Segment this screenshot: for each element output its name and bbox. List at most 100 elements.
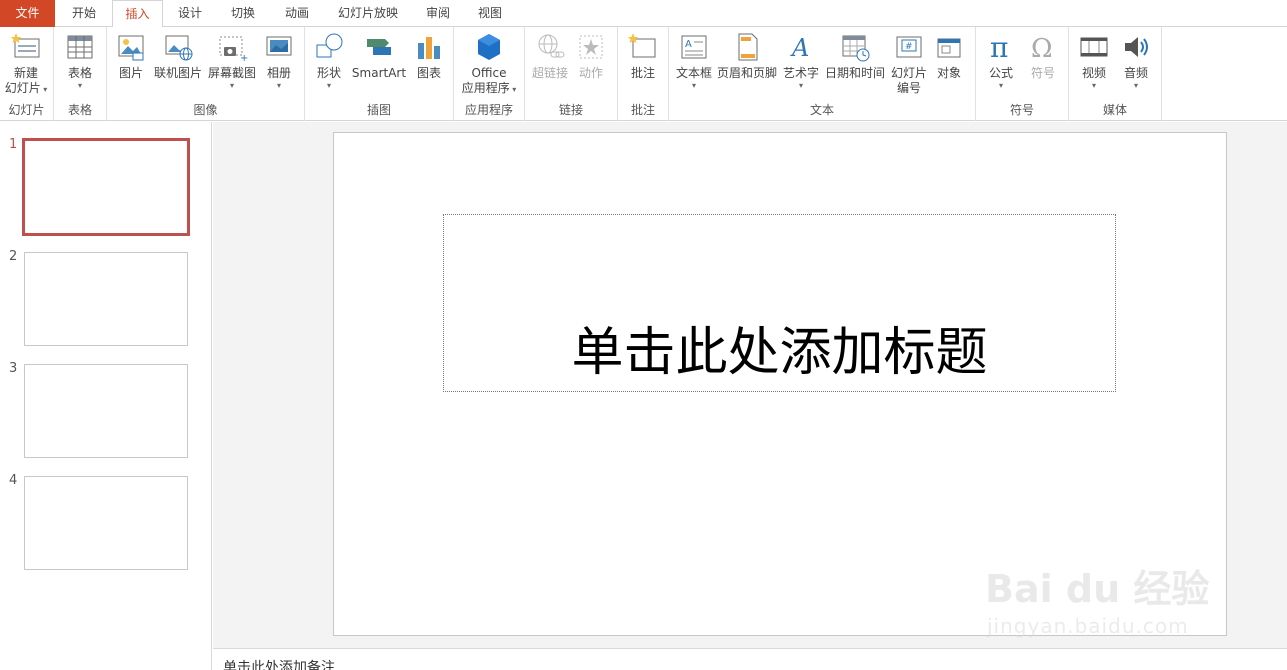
pictures-button[interactable]: 图片	[113, 31, 149, 81]
office-apps-button[interactable]: Office 应用程序 ▾	[456, 31, 522, 96]
slide-number-4: 4	[9, 473, 18, 488]
slide-number-button[interactable]: # 幻灯片 编号	[888, 31, 930, 96]
svg-text:Ω: Ω	[1031, 34, 1053, 63]
notes-pane[interactable]: 单击此处添加备注	[213, 648, 1287, 670]
office-apps-label-2: 应用程序	[461, 81, 510, 95]
object-button[interactable]: 对象	[931, 31, 967, 81]
watermark-brand: Bai du 经验	[985, 567, 1210, 611]
tab-animations[interactable]: 动画	[272, 0, 322, 27]
pictures-label: 图片	[118, 66, 143, 80]
new-slide-label-2: 幻灯片	[4, 81, 41, 95]
tab-home[interactable]: 开始	[58, 0, 110, 27]
header-footer-button[interactable]: 页眉和页脚	[715, 31, 779, 81]
audio-label: 音频	[1123, 66, 1148, 80]
new-slide-button[interactable]: 新建 幻灯片 ▾	[0, 31, 52, 96]
group-apps: Office 应用程序 ▾ 应用程序	[454, 27, 525, 121]
group-label-tables: 表格	[67, 103, 92, 117]
svg-text:A: A	[685, 39, 692, 50]
tab-review[interactable]: 审阅	[414, 0, 462, 27]
slide-number-1: 1	[9, 137, 18, 152]
chart-button[interactable]: 图表	[411, 31, 447, 81]
slide-thumbnail-1[interactable]	[22, 138, 190, 236]
svg-text:#: #	[905, 42, 913, 52]
comment-button[interactable]: 批注	[624, 31, 662, 81]
photo-album-icon	[266, 36, 292, 56]
comment-label: 批注	[630, 66, 655, 80]
svg-text:π: π	[990, 31, 1008, 63]
tab-file[interactable]: 文件	[0, 0, 55, 27]
online-pictures-button[interactable]: 联机图片	[152, 31, 204, 81]
table-button[interactable]: 表格 ▾	[60, 31, 100, 91]
group-label-media: 媒体	[1102, 103, 1127, 117]
screenshot-label: 屏幕截图	[207, 66, 256, 80]
group-label-comments: 批注	[630, 103, 655, 117]
baidu-watermark: Bai du 经验 jingyan.baidu.com	[985, 528, 1225, 638]
video-button[interactable]: 视频 ▾	[1075, 31, 1113, 91]
group-links: 超链接 动作 链接	[525, 27, 618, 121]
speaker-icon	[1125, 37, 1148, 57]
slide-thumbnail-4[interactable]	[24, 476, 188, 570]
tab-insert[interactable]: 插入	[112, 0, 163, 28]
equation-label: 公式	[988, 66, 1013, 80]
watermark-url: jingyan.baidu.com	[987, 614, 1189, 638]
equation-button[interactable]: π 公式 ▾	[982, 31, 1020, 91]
object-icon	[937, 38, 961, 58]
tab-transitions[interactable]: 切换	[218, 0, 268, 27]
chevron-down-icon: ▾	[40, 85, 48, 94]
title-placeholder[interactable]: 单击此处添加标题	[443, 214, 1116, 392]
chevron-down-icon: ▾	[998, 81, 1003, 90]
action-label: 动作	[578, 66, 603, 80]
hyperlink-icon	[538, 34, 565, 58]
action-button[interactable]: 动作	[573, 31, 609, 81]
title-placeholder-text: 单击此处添加标题	[571, 323, 988, 383]
group-label-apps: 应用程序	[464, 103, 513, 117]
slide-number-2: 2	[9, 249, 18, 264]
smartart-label: SmartArt	[351, 66, 407, 80]
screenshot-button[interactable]: + 屏幕截图 ▾	[206, 31, 258, 91]
table-label: 表格	[67, 66, 92, 80]
slide-number-label-2: 编号	[896, 81, 921, 95]
slide-thumbnail-2[interactable]	[24, 252, 188, 346]
audio-button[interactable]: 音频 ▾	[1117, 31, 1155, 91]
hyperlink-button[interactable]: 超链接	[529, 31, 571, 81]
chevron-down-icon: ▾	[1133, 81, 1138, 90]
calendar-clock-icon	[842, 35, 870, 62]
header-footer-icon	[738, 33, 758, 61]
symbol-button[interactable]: Ω 符号	[1024, 31, 1062, 81]
group-images: 图片 联机图片 + 屏幕截图 ▾ 相册 ▾ 图像	[107, 27, 305, 121]
screenshot-icon: +	[219, 36, 248, 63]
group-label-links: 链接	[558, 103, 583, 117]
chevron-down-icon: ▾	[326, 81, 331, 90]
chart-label: 图表	[416, 66, 441, 80]
photo-album-button[interactable]: 相册 ▾	[259, 31, 299, 91]
tab-view[interactable]: 视图	[466, 0, 514, 27]
new-comment-icon	[628, 33, 656, 58]
textbox-icon: A	[681, 35, 707, 59]
online-pictures-label: 联机图片	[153, 66, 202, 80]
svg-text:A: A	[790, 34, 809, 62]
group-label-slides: 幻灯片	[8, 103, 45, 117]
online-picture-icon	[165, 35, 193, 61]
ribbon: 新建 幻灯片 ▾ 幻灯片 表格 ▾ 表格 图片 联机图片 + 屏幕截图 ▾ 相册…	[0, 27, 1287, 121]
tab-design[interactable]: 设计	[166, 0, 214, 27]
slide-thumbnail-pane: 1 2 3 4	[0, 122, 212, 670]
slide-thumbnail-3[interactable]	[24, 364, 188, 458]
smartart-button[interactable]: SmartArt	[349, 31, 409, 81]
group-illustrations: 形状 ▾ SmartArt 图表 插图	[305, 27, 454, 121]
group-label-images: 图像	[193, 103, 218, 117]
chevron-down-icon: ▾	[509, 85, 517, 94]
omega-icon: Ω	[1031, 34, 1053, 63]
picture-icon	[118, 35, 144, 61]
svg-text:+: +	[240, 53, 248, 63]
new-slide-label-1: 新建	[13, 66, 38, 80]
shapes-label: 形状	[316, 66, 341, 80]
shapes-button[interactable]: 形状 ▾	[311, 31, 347, 91]
table-icon	[67, 35, 93, 59]
tab-slideshow[interactable]: 幻灯片放映	[328, 0, 408, 27]
group-label-text: 文本	[809, 103, 834, 117]
wordart-label: 艺术字	[782, 66, 819, 80]
wordart-button[interactable]: A 艺术字 ▾	[781, 31, 821, 91]
date-time-button[interactable]: 日期和时间	[823, 31, 887, 81]
textbox-button[interactable]: A 文本框 ▾	[673, 31, 715, 91]
chevron-down-icon: ▾	[77, 81, 82, 90]
